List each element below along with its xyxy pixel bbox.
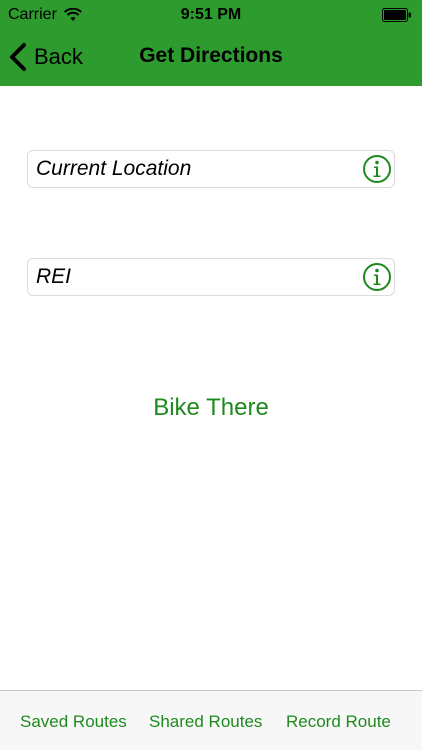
origin-field xyxy=(27,150,395,188)
info-icon[interactable] xyxy=(362,262,392,292)
header: Carrier 9:51 PM Back Get Directions xyxy=(0,0,422,86)
status-bar: Carrier 9:51 PM xyxy=(0,0,422,32)
battery-icon xyxy=(382,8,411,22)
destination-input[interactable] xyxy=(36,259,356,295)
destination-field xyxy=(27,258,395,296)
tab-bar: Saved Routes Shared Routes Record Route xyxy=(0,690,422,750)
bike-there-button[interactable]: Bike There xyxy=(0,394,422,422)
origin-input[interactable] xyxy=(36,151,356,187)
info-icon[interactable] xyxy=(362,154,392,184)
tab-saved-routes[interactable]: Saved Routes xyxy=(20,712,127,732)
tab-shared-routes[interactable]: Shared Routes xyxy=(149,712,262,732)
clock: 9:51 PM xyxy=(180,6,242,23)
page-title: Get Directions xyxy=(139,44,283,67)
tab-record-route[interactable]: Record Route xyxy=(286,712,391,732)
navigation-bar: Back Get Directions xyxy=(0,32,422,86)
